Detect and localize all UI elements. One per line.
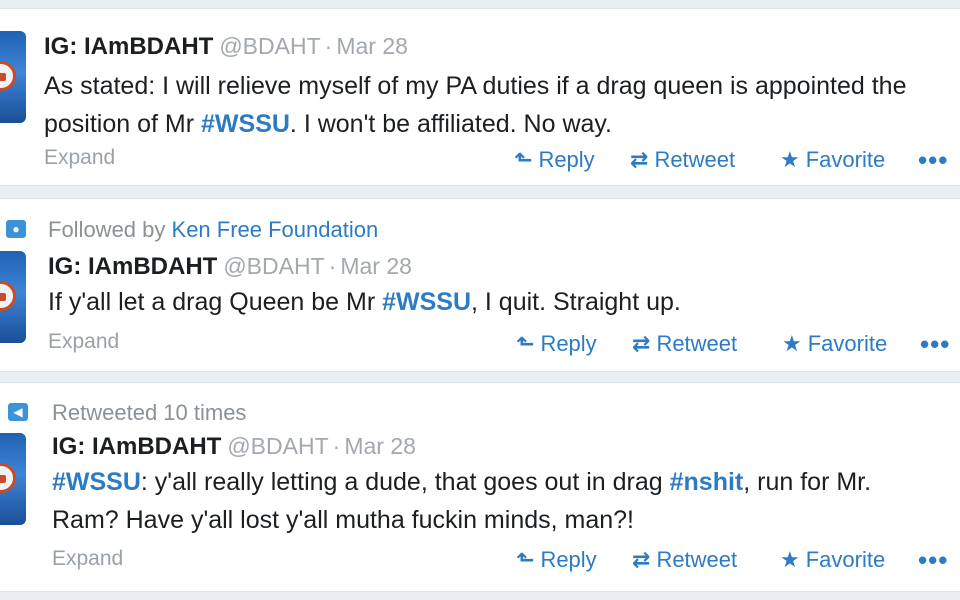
author-handle[interactable]: @BDAHT bbox=[227, 433, 328, 459]
tweet-card[interactable]: ● Followed by Ken Free Foundation IG: IA… bbox=[0, 198, 960, 372]
tweet-date[interactable]: Mar 28 bbox=[344, 433, 416, 459]
author-name[interactable]: IG: IAmBDAHT bbox=[52, 433, 221, 460]
more-button[interactable]: ••• bbox=[920, 329, 950, 360]
reply-arrow-icon: ⬑ bbox=[514, 147, 533, 172]
text-segment: , run for Mr. bbox=[743, 468, 872, 496]
retweet-label: Retweet bbox=[654, 147, 736, 172]
tweet-text: If y'all let a drag Queen be Mr #WSSU, I… bbox=[48, 283, 681, 321]
tweet-card[interactable]: ◀ Retweeted 10 times IG: IAmBDAHT @BDAHT ·… bbox=[0, 382, 960, 592]
tweet-card[interactable]: IG: IAmBDAHT @BDAHT · Mar 28 As stated: I w… bbox=[0, 8, 960, 186]
separator: · bbox=[332, 433, 341, 459]
tweet-text: As stated: I will relieve myself of my P… bbox=[44, 67, 907, 143]
text-segment: , I quit. Straight up. bbox=[471, 288, 681, 316]
retweet-button[interactable]: ⇄ Retweet bbox=[630, 147, 735, 173]
tweet-text-line: If y'all let a drag Queen be Mr #WSSU, I… bbox=[48, 283, 681, 321]
retweet-icon: ⇄ bbox=[630, 147, 649, 172]
author-handle[interactable]: @BDAHT bbox=[223, 253, 324, 279]
reply-arrow-icon: ⬑ bbox=[516, 547, 535, 572]
reply-arrow-icon: ⬑ bbox=[516, 331, 535, 356]
author-handle[interactable]: @BDAHT bbox=[219, 33, 320, 59]
reply-button[interactable]: ⬑ Reply bbox=[516, 547, 597, 573]
reply-label: Reply bbox=[540, 547, 597, 572]
tweet-date[interactable]: Mar 28 bbox=[340, 253, 412, 279]
tweet-date[interactable]: Mar 28 bbox=[336, 33, 408, 59]
separator: · bbox=[328, 253, 337, 279]
favorite-button[interactable]: ★ Favorite bbox=[780, 147, 885, 173]
reply-label: Reply bbox=[538, 147, 595, 172]
hashtag-link[interactable]: #WSSU bbox=[382, 288, 471, 316]
favorite-button[interactable]: ★ Favorite bbox=[780, 547, 885, 573]
tweet-text-line: Ram? Have y'all lost y'all mutha fuckin … bbox=[52, 506, 634, 534]
favorite-button[interactable]: ★ Favorite bbox=[782, 331, 887, 357]
star-icon: ★ bbox=[782, 331, 802, 356]
context-prefix: Followed by bbox=[48, 217, 172, 242]
retweet-icon: ⇄ bbox=[632, 547, 651, 572]
text-segment: If y'all let a drag Queen be Mr bbox=[48, 288, 383, 316]
favorite-label: Favorite bbox=[807, 331, 888, 356]
hashtag-link[interactable]: #WSSU bbox=[52, 468, 141, 496]
tweet-text-line: position of Mr #WSSU. I won't be affilia… bbox=[44, 105, 907, 143]
retweet-icon: ⇄ bbox=[632, 331, 651, 356]
tweet-text-line: As stated: I will relieve myself of my P… bbox=[44, 72, 907, 100]
tweet-header: IG: IAmBDAHT @BDAHT · Mar 28 bbox=[52, 433, 416, 461]
star-icon: ★ bbox=[780, 147, 800, 172]
retweet-label: Retweet bbox=[656, 331, 738, 356]
expand-link[interactable]: Expand bbox=[52, 547, 123, 571]
tweet-header: IG: IAmBDAHT @BDAHT · Mar 28 bbox=[48, 253, 412, 281]
hashtag-link[interactable]: #nshit bbox=[670, 468, 744, 496]
more-button[interactable]: ••• bbox=[918, 145, 948, 176]
retweet-count-context: Retweeted 10 times bbox=[52, 400, 247, 425]
separator: · bbox=[324, 33, 333, 59]
followed-by-context: Followed by Ken Free Foundation bbox=[48, 217, 378, 243]
text-segment: . I won't be affiliated. No way. bbox=[289, 110, 612, 138]
expand-link[interactable]: Expand bbox=[48, 330, 119, 354]
tweet-text-line: #WSSU: y'all really letting a dude, that… bbox=[52, 463, 871, 501]
avatar[interactable] bbox=[0, 31, 26, 123]
favorite-label: Favorite bbox=[805, 547, 886, 572]
tweet-header: IG: IAmBDAHT @BDAHT · Mar 28 bbox=[44, 33, 408, 61]
author-name[interactable]: IG: IAmBDAHT bbox=[44, 33, 213, 60]
text-segment: position of Mr bbox=[44, 110, 202, 138]
star-icon: ★ bbox=[780, 547, 800, 572]
reply-button[interactable]: ⬑ Reply bbox=[514, 147, 595, 173]
followed-by-link[interactable]: Ken Free Foundation bbox=[172, 217, 379, 242]
tweet-text: #WSSU: y'all really letting a dude, that… bbox=[52, 463, 871, 539]
retweet-button[interactable]: ⇄ Retweet bbox=[632, 331, 737, 357]
hashtag-link[interactable]: #WSSU bbox=[201, 110, 290, 138]
text-segment: : y'all really letting a dude, that goes… bbox=[140, 468, 670, 496]
favorite-label: Favorite bbox=[805, 147, 886, 172]
more-button[interactable]: ••• bbox=[918, 545, 948, 576]
retweet-button[interactable]: ⇄ Retweet bbox=[632, 547, 737, 573]
expand-link[interactable]: Expand bbox=[44, 146, 115, 170]
retweet-label: Retweet bbox=[656, 547, 738, 572]
reply-label: Reply bbox=[540, 331, 597, 356]
reply-button[interactable]: ⬑ Reply bbox=[516, 331, 597, 357]
avatar[interactable] bbox=[0, 433, 26, 525]
avatar[interactable] bbox=[0, 251, 26, 343]
author-name[interactable]: IG: IAmBDAHT bbox=[48, 253, 217, 280]
megaphone-icon: ◀ bbox=[8, 403, 28, 421]
person-icon: ● bbox=[6, 220, 26, 238]
